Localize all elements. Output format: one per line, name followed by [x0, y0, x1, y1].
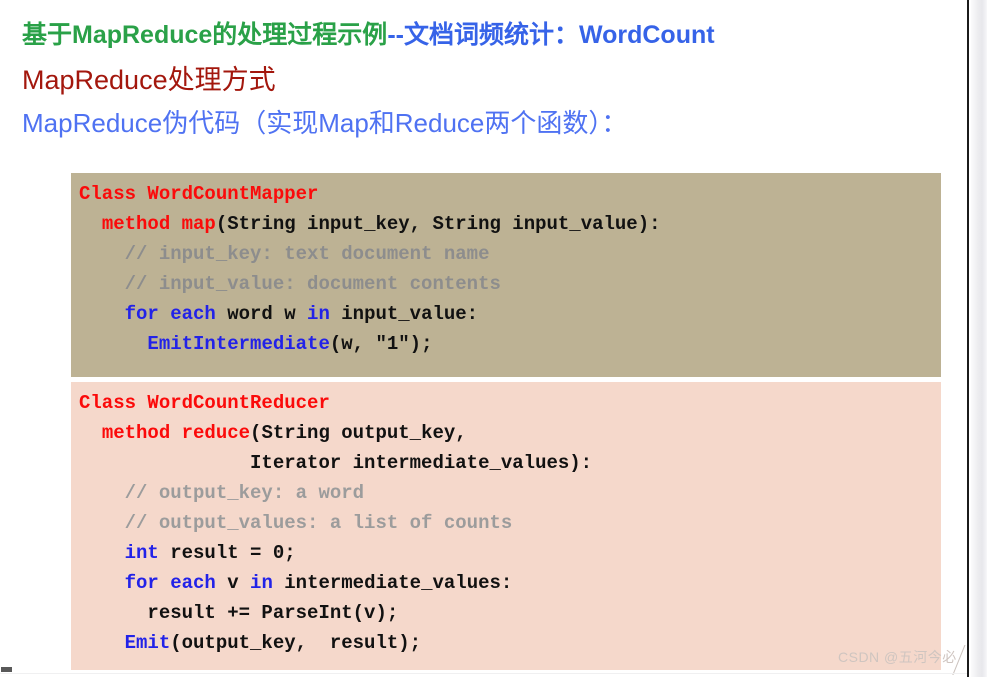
code-token-black: Iterator intermediate_values): — [79, 452, 593, 474]
code-token-black: v — [215, 572, 251, 594]
code-block-reducer: Class WordCountReducer method reduce(Str… — [71, 382, 941, 670]
subtitle-mapreduce-method: MapReduce处理方式 — [22, 65, 276, 95]
corner-artifact — [1, 667, 12, 672]
code-token-comment: // output_key: a word — [79, 482, 365, 504]
code-token-blue: EmitIntermediate — [147, 333, 330, 355]
code-line: for each word w in input_value: — [71, 299, 941, 329]
code-line: Iterator intermediate_values): — [71, 448, 941, 478]
code-token-red: Class WordCountMapper — [79, 183, 319, 205]
code-line: Emit(output_key, result); — [71, 628, 941, 658]
code-token-black — [79, 542, 125, 564]
code-token-comment: // output_values: a list of counts — [79, 512, 513, 534]
code-token-red: Class WordCountReducer — [79, 392, 330, 414]
code-token-black: (String input_key, String input_value): — [215, 213, 661, 235]
code-token-blue: in — [307, 303, 330, 325]
code-token-red: method reduce — [101, 422, 251, 444]
page-gutter — [971, 0, 987, 677]
code-line: EmitIntermediate(w, "1"); — [71, 329, 941, 359]
code-token-blue: for each — [124, 303, 216, 325]
code-token-black: intermediate_values: — [272, 572, 513, 594]
code-token-red: method map — [101, 213, 216, 235]
watermark-slash-mark — [946, 645, 967, 675]
csdn-watermark: CSDN @五河今必 — [838, 649, 957, 665]
code-line: method reduce(String output_key, — [71, 418, 941, 448]
code-line: method map(String input_key, String inpu… — [71, 209, 941, 239]
bottom-hairline — [0, 673, 967, 674]
code-token-black: (String output_key, — [250, 422, 467, 444]
code-token-black: result = 0; — [158, 542, 296, 564]
code-line: // input_value: document contents — [71, 269, 941, 299]
code-line: int result = 0; — [71, 538, 941, 568]
code-token-blue: int — [124, 542, 159, 564]
code-token-black — [79, 632, 125, 654]
code-token-black: (output_key, result); — [170, 632, 422, 654]
code-token-black — [79, 572, 125, 594]
slide-title-green-segment: 基于MapReduce的处理过程示例 — [22, 21, 388, 49]
slide-frame: 基于MapReduce的处理过程示例--文档词频统计：WordCount Map… — [0, 0, 969, 677]
code-line: result += ParseInt(v); — [71, 598, 941, 628]
code-line: // input_key: text document name — [71, 239, 941, 269]
code-token-black — [79, 422, 102, 444]
subtitle-pseudocode: MapReduce伪代码（实现Map和Reduce两个函数）： — [22, 108, 628, 138]
code-token-blue: for each — [124, 572, 216, 594]
code-token-black: input_value: — [329, 303, 479, 325]
code-line: Class WordCountMapper — [71, 179, 941, 209]
code-token-black: result += ParseInt(v); — [79, 602, 399, 624]
clipped-top-text — [470, 0, 890, 10]
code-token-blue: Emit — [124, 632, 171, 654]
heading-group: 基于MapReduce的处理过程示例--文档词频统计：WordCount Map… — [22, 18, 952, 140]
code-line: Class WordCountReducer — [71, 388, 941, 418]
code-line: // output_key: a word — [71, 478, 941, 508]
code-block-mapper: Class WordCountMapper method map(String … — [71, 173, 941, 377]
code-token-comment: // input_value: document contents — [79, 273, 501, 295]
code-token-black — [79, 303, 125, 325]
code-token-blue: in — [250, 572, 273, 594]
code-line: for each v in intermediate_values: — [71, 568, 941, 598]
code-line: // output_values: a list of counts — [71, 508, 941, 538]
slide-title: 基于MapReduce的处理过程示例--文档词频统计：WordCount — [22, 18, 952, 52]
slide-title-blue-segment: --文档词频统计：WordCount — [387, 21, 715, 49]
code-token-black: (w, "1"); — [329, 333, 433, 355]
code-token-black — [79, 333, 147, 355]
code-token-black: word w — [215, 303, 308, 325]
code-token-comment: // input_key: text document name — [79, 243, 490, 265]
code-token-black — [79, 213, 102, 235]
